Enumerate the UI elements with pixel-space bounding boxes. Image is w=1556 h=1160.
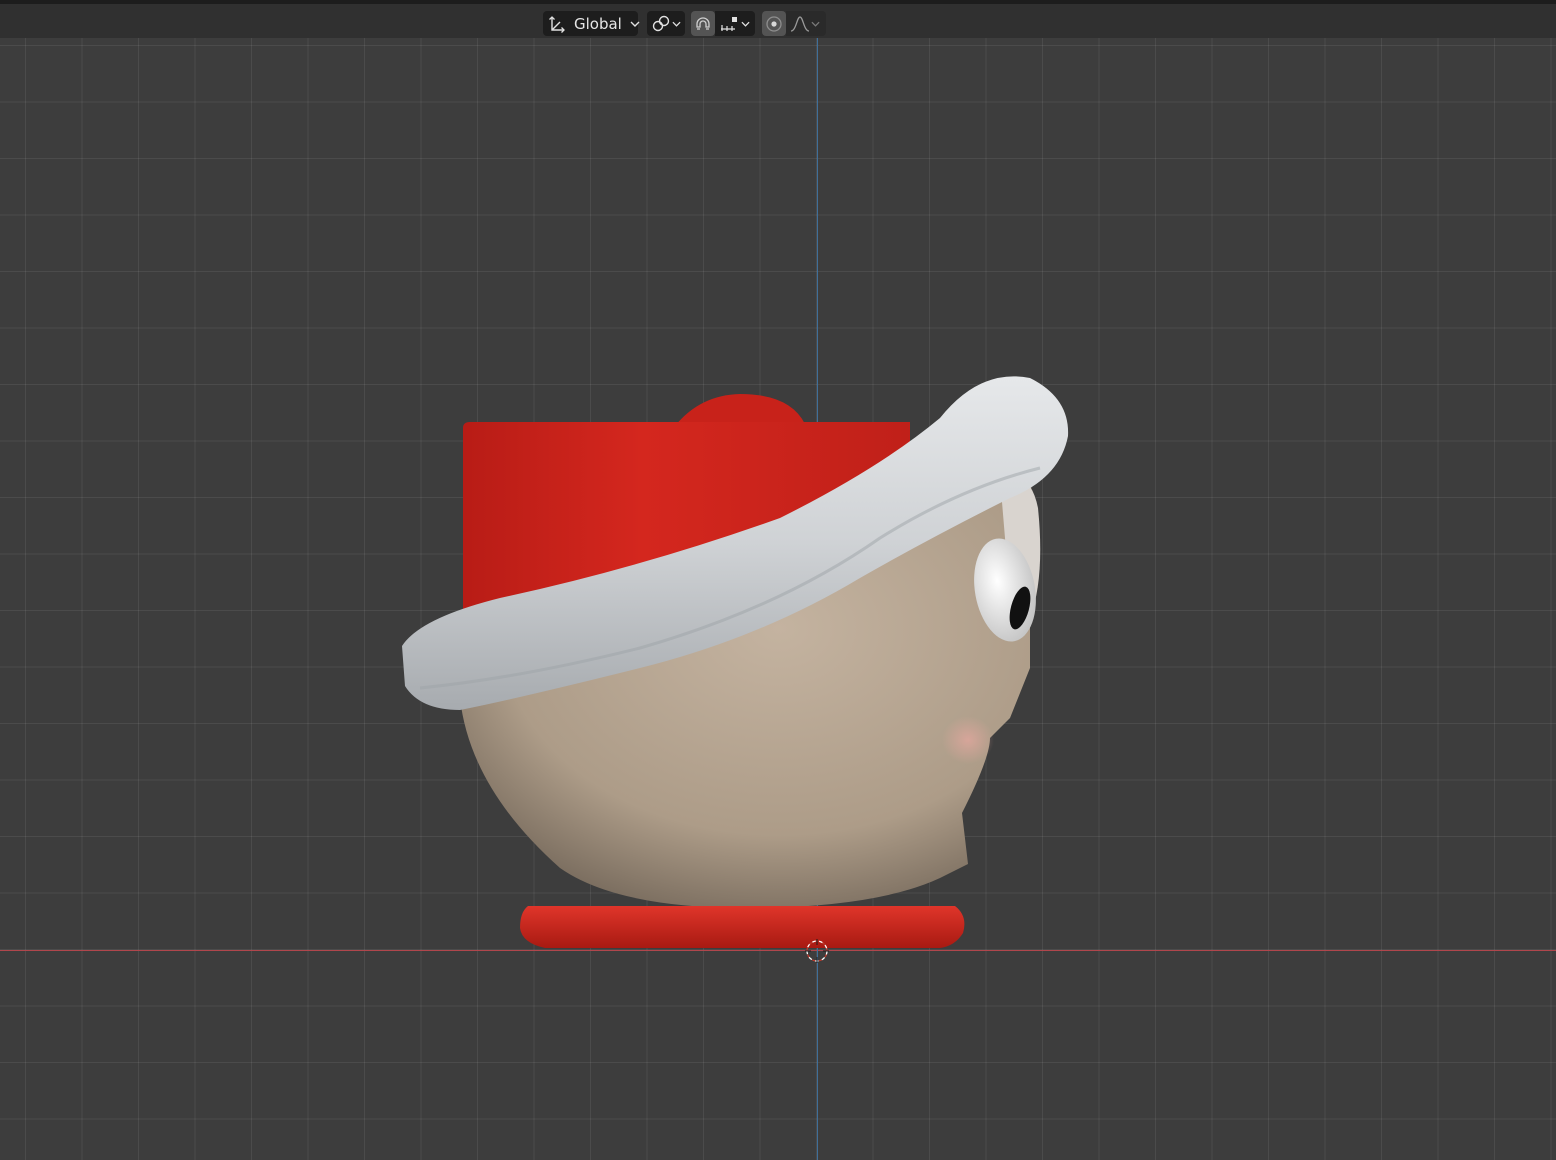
transform-orientation-dropdown[interactable]: Global: [543, 11, 640, 36]
snap-target-dropdown[interactable]: [715, 11, 755, 36]
chevron-down-icon: [672, 20, 681, 28]
character-mug-model[interactable]: [0, 38, 1556, 1160]
proportional-edit-icon: [765, 15, 783, 33]
transform-orientation-label: Global: [574, 14, 622, 33]
3d-cursor-icon[interactable]: [805, 939, 829, 963]
snapping-toggle[interactable]: [691, 11, 715, 36]
falloff-curve-icon: [790, 15, 810, 33]
proportional-editing-toggle[interactable]: [762, 11, 786, 36]
3d-viewport[interactable]: [0, 38, 1556, 1160]
proportional-falloff-dropdown[interactable]: [786, 11, 826, 36]
mug-base: [520, 906, 965, 948]
hat-top-bump: [675, 394, 805, 426]
snap-increment-icon: [719, 15, 739, 33]
magnet-icon: [694, 15, 712, 33]
pivot-point-dropdown[interactable]: [647, 11, 685, 36]
chevron-down-icon: [630, 20, 640, 28]
cheek-blush: [942, 716, 994, 764]
transform-orientation-icon: [548, 15, 566, 33]
chevron-down-icon: [811, 20, 820, 28]
chevron-down-icon: [741, 20, 750, 28]
viewport-header: Global: [0, 4, 1556, 38]
pivot-link-icon: [651, 15, 671, 33]
